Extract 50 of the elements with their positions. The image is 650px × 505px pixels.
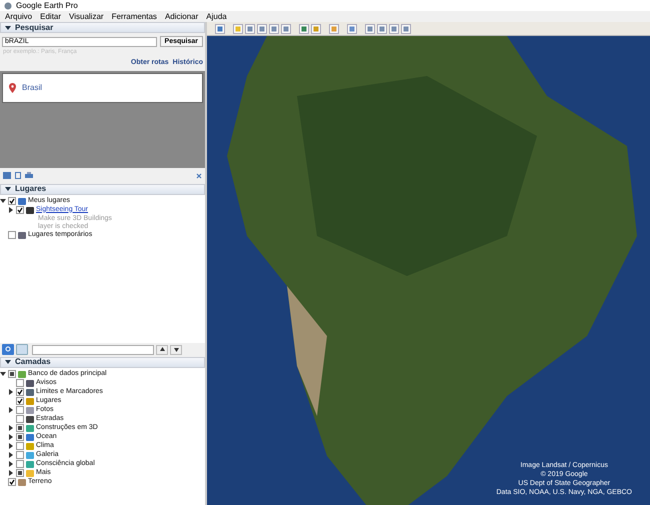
menu-item[interactable]: Visualizar xyxy=(69,10,104,22)
checkbox[interactable] xyxy=(16,451,24,459)
checkbox[interactable] xyxy=(16,469,24,477)
search-tab[interactable] xyxy=(2,344,14,355)
checkbox[interactable] xyxy=(16,442,24,450)
expanded-caret-icon[interactable] xyxy=(0,198,6,204)
collapsed-caret-icon[interactable] xyxy=(8,452,14,458)
checkbox[interactable] xyxy=(16,433,24,441)
collapsed-caret-icon[interactable] xyxy=(8,407,14,413)
collapsed-caret-icon[interactable] xyxy=(8,434,14,440)
menu-item[interactable]: Adicionar xyxy=(164,10,198,22)
checkbox[interactable] xyxy=(8,370,16,378)
next-button[interactable] xyxy=(170,344,182,354)
checkbox[interactable] xyxy=(16,397,24,405)
expanded-caret-icon xyxy=(5,359,11,365)
checkbox[interactable] xyxy=(8,478,16,486)
expanded-caret-icon[interactable] xyxy=(0,371,6,377)
close-icon[interactable] xyxy=(196,172,202,178)
menu-item[interactable]: Ferramentas xyxy=(112,10,157,22)
expanded-caret-icon xyxy=(5,186,11,192)
collapsed-caret-icon[interactable] xyxy=(8,207,14,213)
collapsed-caret-icon[interactable] xyxy=(8,470,14,476)
menu-item[interactable]: Arquivo xyxy=(5,10,32,22)
map-pin-icon xyxy=(9,82,16,92)
up-arrow-icon xyxy=(160,347,164,352)
collapsed-caret-icon[interactable] xyxy=(8,461,14,467)
panel-header[interactable]: Lugares xyxy=(0,184,205,194)
menu-item[interactable]: Ajuda xyxy=(206,10,227,22)
collapsed-caret-icon[interactable] xyxy=(8,443,14,449)
checkbox[interactable] xyxy=(16,406,24,414)
checkbox[interactable] xyxy=(16,388,24,396)
checkbox[interactable] xyxy=(8,197,16,205)
checkbox[interactable] xyxy=(8,231,16,239)
down-arrow-icon xyxy=(174,347,178,352)
checkbox[interactable] xyxy=(16,206,24,214)
collapsed-caret-icon[interactable] xyxy=(8,389,14,395)
checkbox[interactable] xyxy=(16,379,24,387)
search-icon xyxy=(4,346,12,353)
panel-header[interactable]: Camadas xyxy=(0,356,205,368)
checkbox[interactable] xyxy=(16,460,24,468)
previous-button[interactable] xyxy=(156,344,168,354)
menu-item[interactable]: Editar xyxy=(40,10,62,22)
window-title: Google Earth Pro xyxy=(16,0,78,12)
expanded-caret-icon xyxy=(5,24,11,30)
checkbox[interactable] xyxy=(16,415,24,423)
collapsed-caret-icon[interactable] xyxy=(8,425,14,431)
panel-header[interactable]: Pesquisar xyxy=(0,22,205,33)
checkbox[interactable] xyxy=(16,424,24,432)
result-item[interactable]: Brasil xyxy=(22,82,42,94)
layer-search-field[interactable] xyxy=(32,344,154,354)
